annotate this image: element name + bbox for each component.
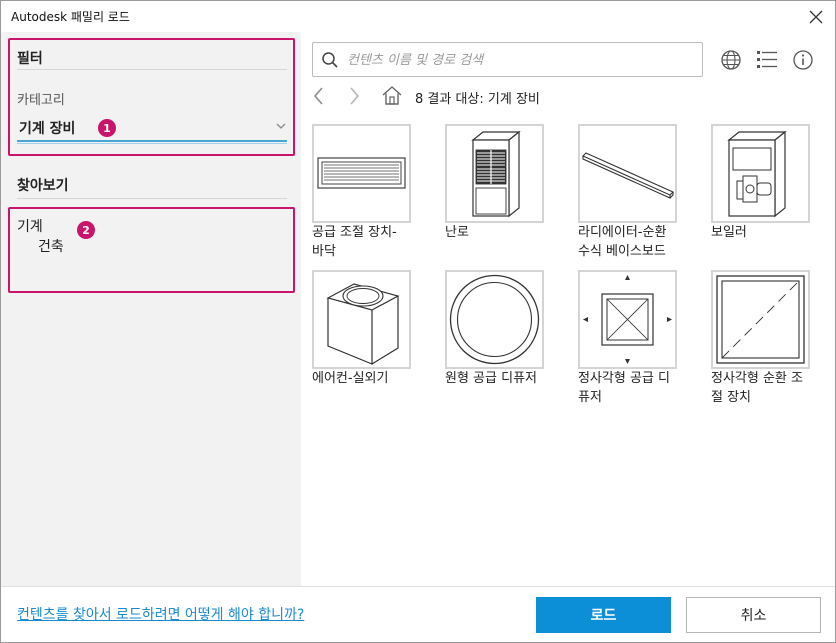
tree-item-architecture[interactable]: 건축 — [38, 236, 64, 256]
dialog-window: Autodesk 패밀리 로드 필터 카테고리 기계 장비 1 찾아보기 기계 … — [0, 0, 836, 643]
furnace-thumbnail — [471, 130, 521, 218]
globe-icon[interactable] — [720, 49, 742, 71]
callout-badge-1: 1 — [98, 119, 116, 137]
chevron-down-icon — [276, 123, 286, 129]
item-label: 에어컨-실외기 — [312, 371, 389, 386]
help-link[interactable]: 컨텐츠를 찾아서 로드하려면 어떻게 해야 합니까? — [17, 604, 304, 624]
search-box[interactable] — [312, 42, 703, 77]
item-label: 난로 — [445, 225, 469, 240]
item-label: 정사각형 공급 디 퓨저 — [578, 371, 670, 405]
close-button[interactable] — [805, 6, 827, 28]
cancel-button[interactable]: 취소 — [686, 597, 821, 633]
result-summary: 8 결과 대상: 기계 장비 — [415, 92, 540, 107]
item-label: 정사각형 순환 조 절 장치 — [711, 371, 803, 405]
close-icon — [809, 10, 823, 24]
forward-arrow-icon[interactable] — [346, 86, 362, 106]
load-button[interactable]: 로드 — [536, 597, 671, 633]
browse-title: 찾아보기 — [17, 178, 69, 194]
title-bar: Autodesk 패밀리 로드 — [1, 1, 835, 32]
info-icon[interactable] — [792, 49, 814, 71]
browse-divider — [17, 198, 287, 199]
item-label: 라디에이터-순환 수식 베이스보드 — [578, 225, 667, 259]
dropdown-underline — [17, 140, 287, 144]
list-view-icon[interactable] — [756, 49, 778, 71]
filter-title: 필터 — [17, 51, 43, 67]
square-diffuser-thumbnail — [583, 275, 672, 364]
category-dropdown[interactable]: 기계 장비 — [17, 112, 289, 146]
square-return-register-thumbnail — [716, 275, 805, 364]
back-arrow-icon[interactable] — [311, 86, 327, 106]
window-title: Autodesk 패밀리 로드 — [11, 10, 130, 24]
item-label: 보일러 — [711, 225, 747, 240]
category-label: 카테고리 — [17, 93, 65, 108]
item-label: 공급 조절 장치- 바닥 — [312, 225, 397, 259]
item-label: 원형 공급 디퓨저 — [445, 371, 537, 386]
outdoor-ac-thumbnail — [326, 283, 400, 365]
tree-item-mechanical[interactable]: 기계 — [17, 216, 43, 236]
filter-divider — [17, 69, 287, 70]
search-input[interactable] — [347, 49, 697, 71]
home-icon[interactable] — [381, 85, 403, 106]
boiler-thumbnail — [727, 130, 787, 218]
category-value: 기계 장비 — [19, 121, 76, 137]
baseboard-radiator-thumbnail — [582, 152, 674, 199]
dialog-footer: 컨텐츠를 찾아서 로드하려면 어떻게 해야 합니까? 로드 취소 — [1, 586, 835, 642]
content-panel: 8 결과 대상: 기계 장비 공급 조절 장치- 바닥 — [301, 32, 835, 586]
round-diffuser-thumbnail — [449, 274, 540, 365]
callout-badge-2: 2 — [77, 221, 95, 239]
filter-panel: 필터 카테고리 기계 장비 1 찾아보기 기계 건축 2 — [1, 32, 301, 586]
floor-register-thumbnail — [317, 157, 406, 189]
search-icon — [322, 52, 338, 68]
